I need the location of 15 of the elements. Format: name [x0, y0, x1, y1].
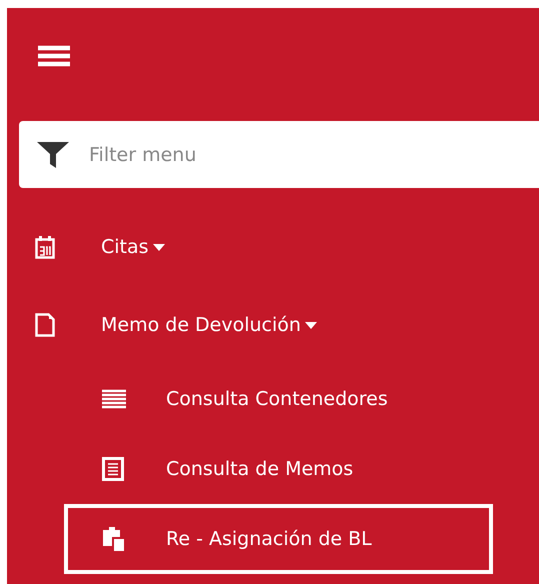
clipboard-icon: [102, 527, 126, 551]
menu-item[interactable]: Consulta Contenedores: [64, 364, 493, 434]
caret-icon: [304, 322, 317, 328]
document-icon: [102, 457, 124, 481]
menu-item[interactable]: Re - Asignación de BL: [64, 504, 493, 574]
filter-icon: [37, 142, 69, 168]
file-icon: [35, 313, 55, 337]
filter-field[interactable]: Filter menu: [19, 121, 539, 188]
list-icon: [102, 389, 126, 409]
menu-item[interactable]: Consulta de Memos: [64, 434, 493, 504]
menu-icon[interactable]: [38, 45, 70, 67]
caret-icon: [152, 244, 165, 250]
calendar-icon: [35, 235, 55, 259]
menu-item[interactable]: Citas: [7, 208, 493, 286]
menu-item[interactable]: Memo de Devolución: [7, 286, 493, 364]
